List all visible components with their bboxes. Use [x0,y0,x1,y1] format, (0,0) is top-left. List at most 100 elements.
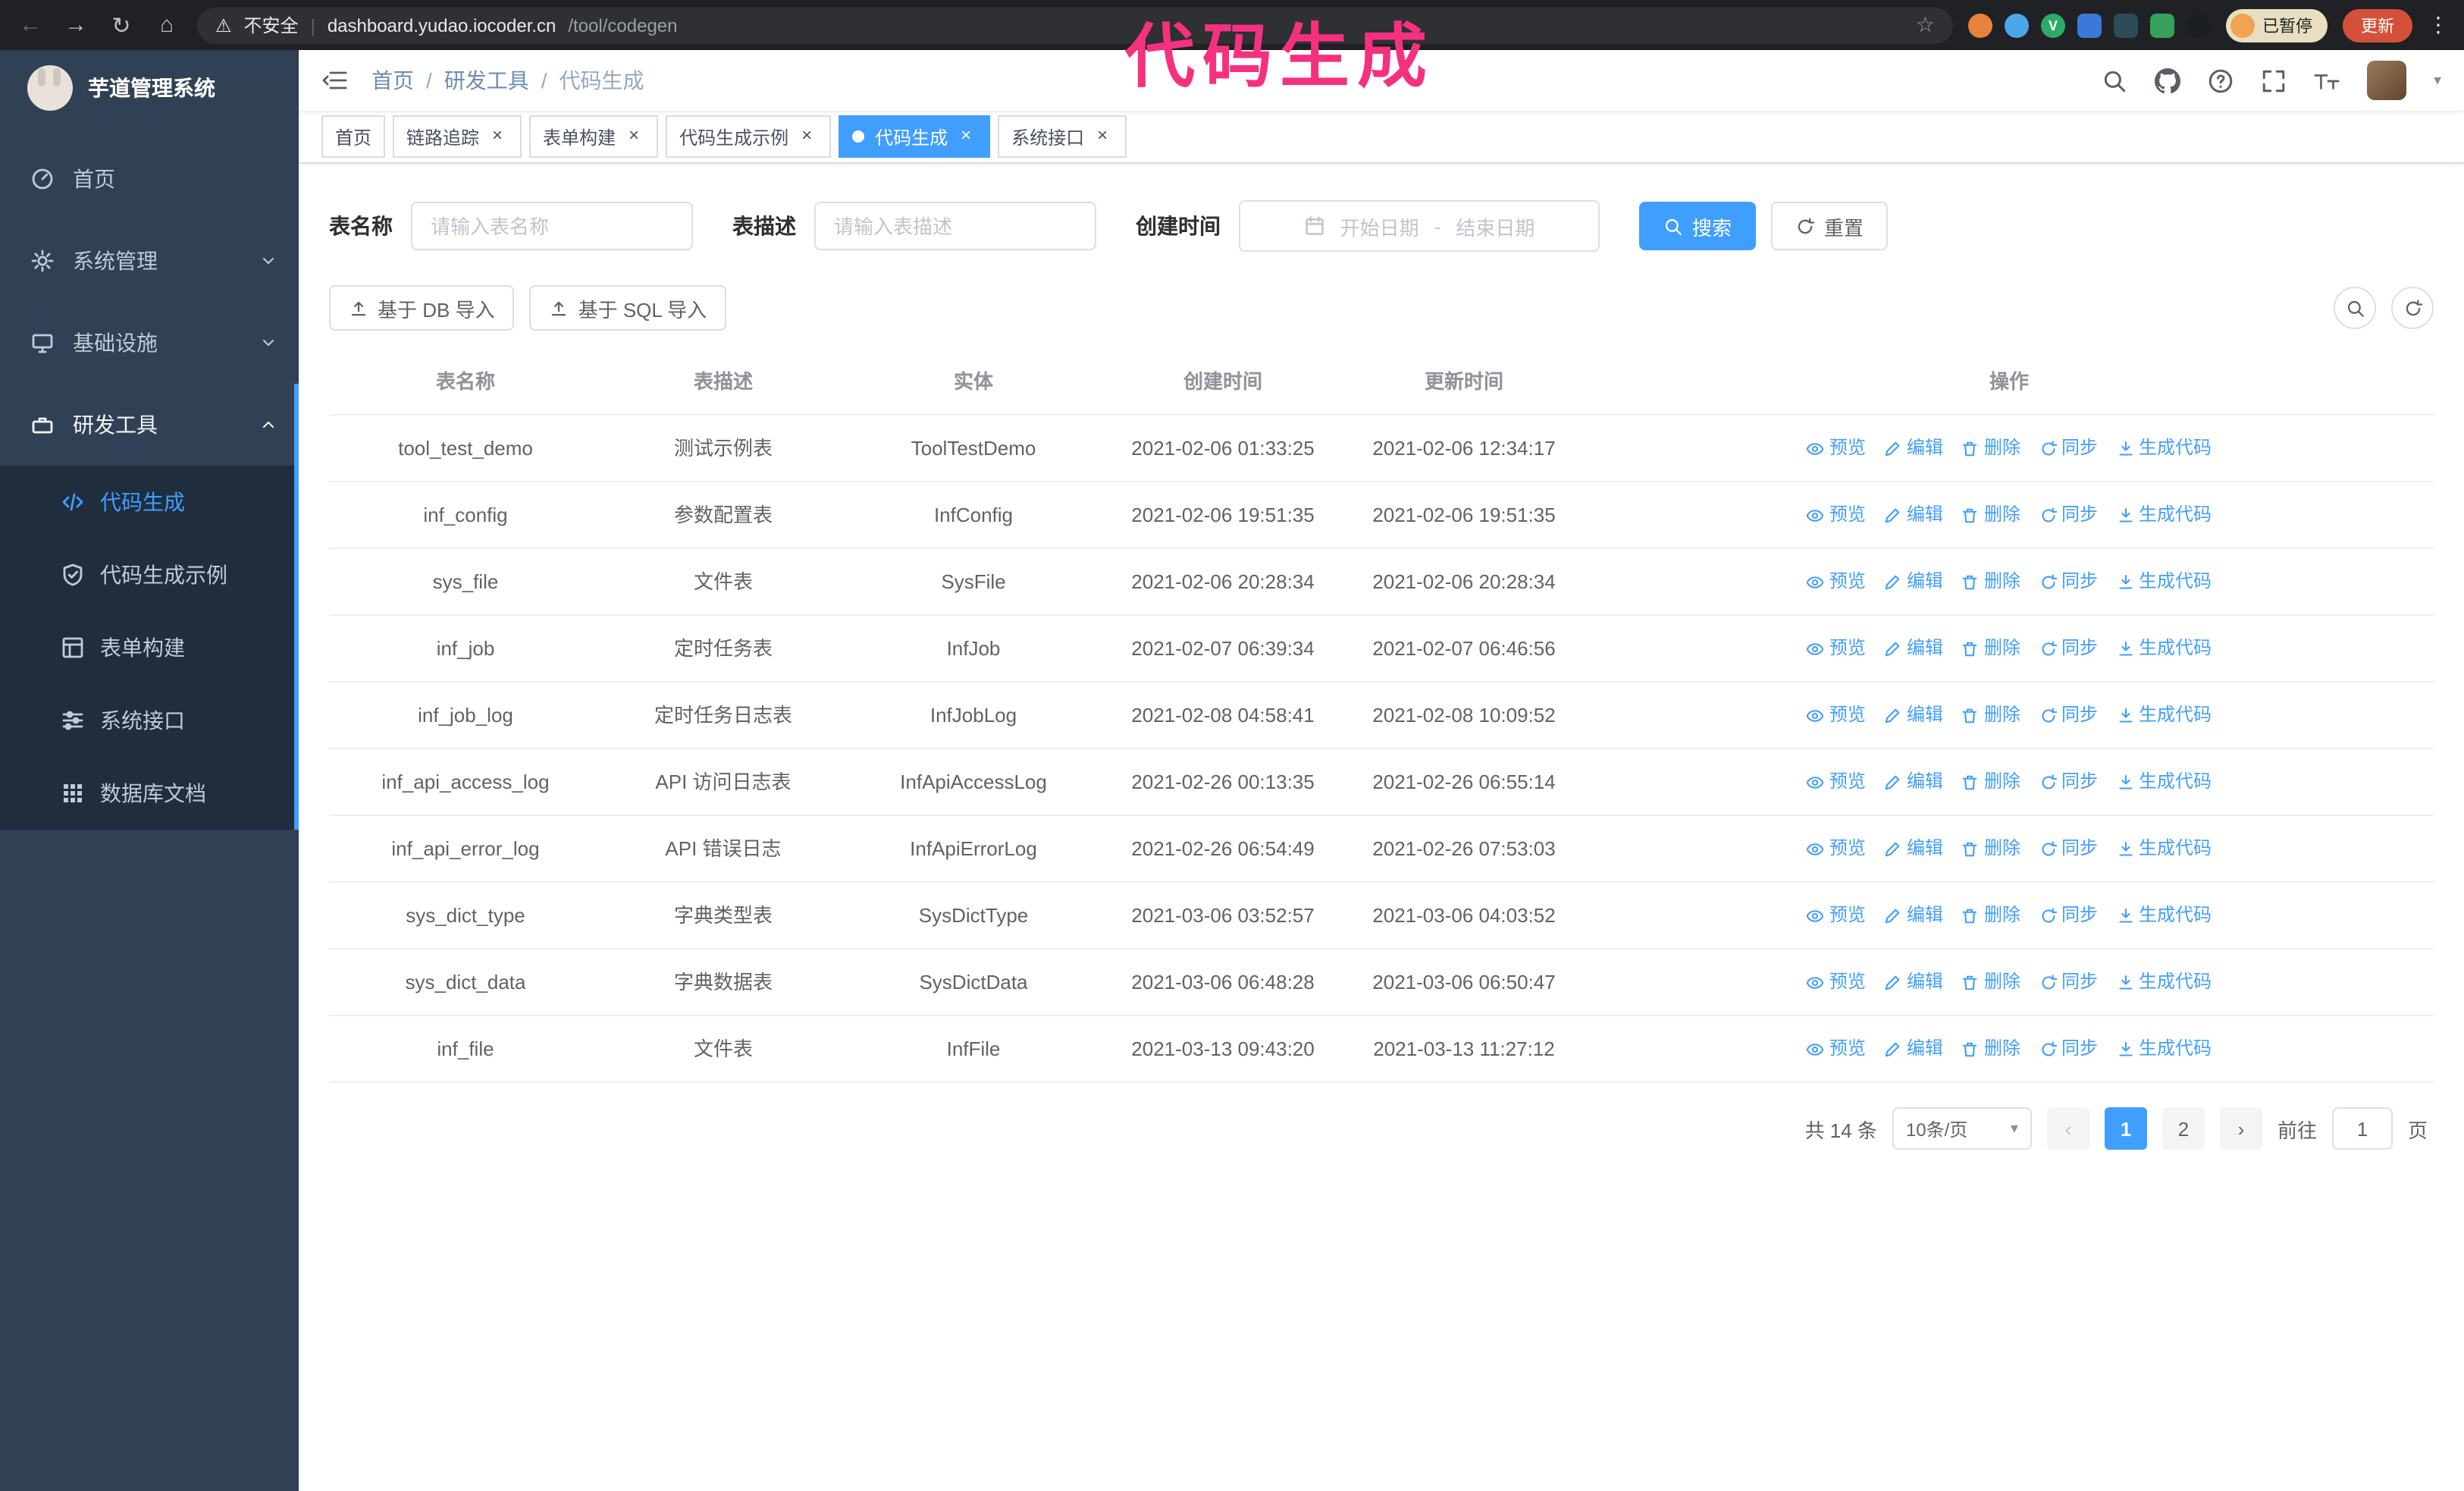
delete-link[interactable]: 删除 [1961,966,2020,998]
edit-link[interactable]: 编辑 [1884,766,1943,798]
edit-link[interactable]: 编辑 [1884,632,1943,664]
profile-paused-badge[interactable]: 已暂停 [2226,8,2328,42]
sync-link[interactable]: 同步 [2039,566,2098,598]
sidebar-item-db-doc[interactable]: 数据库文档 [0,757,299,830]
page-button[interactable]: 2 [2161,1107,2205,1150]
sync-link[interactable]: 同步 [2039,499,2098,531]
tab-home[interactable]: 首页 [321,115,386,158]
prev-page-button[interactable]: ‹ [2046,1107,2089,1150]
sidebar-item-home[interactable]: 首页 [0,138,299,220]
bookmark-star-icon[interactable]: ☆ [1916,12,1935,38]
sidebar-item-api[interactable]: 系统接口 [0,684,299,757]
preview-link[interactable]: 预览 [1807,699,1866,731]
preview-link[interactable]: 预览 [1807,966,1866,998]
generate-code-link[interactable]: 生成代码 [2116,833,2212,865]
edit-link[interactable]: 编辑 [1884,699,1943,731]
chrome-update-button[interactable]: 更新 [2343,8,2412,42]
breadcrumb-item[interactable]: 研发工具 [444,65,529,96]
breadcrumb-item[interactable]: 首页 [371,65,414,96]
sync-link[interactable]: 同步 [2039,432,2098,464]
edit-link[interactable]: 编辑 [1884,566,1943,598]
generate-code-link[interactable]: 生成代码 [2116,699,2212,731]
font-size-icon[interactable] [2314,67,2340,93]
url-bar[interactable]: ⚠ 不安全 | dashboard.yudao.iocoder.cn/tool/… [197,7,1953,43]
avatar-caret-icon[interactable]: ▾ [2434,72,2441,89]
tab-close-icon[interactable]: × [955,125,977,147]
preview-link[interactable]: 预览 [1807,833,1866,865]
edit-link[interactable]: 编辑 [1884,1033,1943,1065]
generate-code-link[interactable]: 生成代码 [2116,566,2212,598]
search-icon[interactable] [2102,67,2127,93]
preview-link[interactable]: 预览 [1807,566,1866,598]
import-sql-button[interactable]: 基于 SQL 导入 [529,285,727,331]
sidebar-item-codegen[interactable]: 代码生成 [0,466,299,538]
delete-link[interactable]: 删除 [1961,632,2020,664]
search-button[interactable]: 搜索 [1639,202,1757,250]
home-icon[interactable]: ⌂ [152,12,182,38]
goto-page-input[interactable] [2331,1107,2393,1150]
user-avatar[interactable] [2366,61,2406,100]
extension-icon[interactable] [2187,13,2211,37]
generate-code-link[interactable]: 生成代码 [2116,432,2212,464]
delete-link[interactable]: 删除 [1961,833,2020,865]
sync-link[interactable]: 同步 [2039,699,2098,731]
tab-codegen[interactable]: 代码生成 × [839,115,991,158]
back-icon[interactable]: ← [15,12,45,38]
preview-link[interactable]: 预览 [1807,632,1866,664]
generate-code-link[interactable]: 生成代码 [2116,899,2212,931]
help-icon[interactable] [2208,67,2234,93]
sync-link[interactable]: 同步 [2039,966,2098,998]
table-desc-input[interactable] [814,202,1096,250]
delete-link[interactable]: 删除 [1961,432,2020,464]
tab-close-icon[interactable]: × [1092,125,1113,147]
sidebar-item-devtools[interactable]: 研发工具 [0,384,299,466]
hamburger-icon[interactable] [321,67,349,94]
preview-link[interactable]: 预览 [1807,766,1866,798]
tab-trace[interactable]: 链路追踪 × [393,115,522,158]
tab-codegen-example[interactable]: 代码生成示例 × [666,115,832,158]
sync-link[interactable]: 同步 [2039,632,2098,664]
edit-link[interactable]: 编辑 [1884,966,1943,998]
preview-link[interactable]: 预览 [1807,899,1866,931]
generate-code-link[interactable]: 生成代码 [2116,966,2212,998]
logo[interactable]: 芋道管理系统 [0,50,299,126]
delete-link[interactable]: 删除 [1961,566,2020,598]
edit-link[interactable]: 编辑 [1884,499,1943,531]
sidebar-item-infra[interactable]: 基础设施 [0,302,299,384]
generate-code-link[interactable]: 生成代码 [2116,1033,2212,1065]
table-name-input[interactable] [411,202,693,250]
extension-icon[interactable]: V [2041,13,2065,37]
menu-kebab-icon[interactable]: ⋮ [2428,12,2449,38]
sidebar-item-form-builder[interactable]: 表单构建 [0,611,299,684]
sync-link[interactable]: 同步 [2039,899,2098,931]
extension-icon[interactable] [2114,13,2138,37]
toggle-search-button[interactable] [2334,287,2376,329]
sync-link[interactable]: 同步 [2039,1033,2098,1065]
page-size-select[interactable]: 10条/页 ▾ [1892,1107,2032,1150]
delete-link[interactable]: 删除 [1961,699,2020,731]
edit-link[interactable]: 编辑 [1884,833,1943,865]
preview-link[interactable]: 预览 [1807,432,1866,464]
github-icon[interactable] [2154,67,2180,93]
generate-code-link[interactable]: 生成代码 [2116,766,2212,798]
edit-link[interactable]: 编辑 [1884,432,1943,464]
reload-icon[interactable]: ↻ [106,11,136,39]
import-db-button[interactable]: 基于 DB 导入 [329,285,515,331]
preview-link[interactable]: 预览 [1807,1033,1866,1065]
preview-link[interactable]: 预览 [1807,499,1866,531]
tab-form-builder[interactable]: 表单构建 × [529,115,659,158]
page-button[interactable]: 1 [2104,1107,2147,1150]
extension-icon[interactable] [2150,13,2174,37]
generate-code-link[interactable]: 生成代码 [2116,499,2212,531]
sync-link[interactable]: 同步 [2039,766,2098,798]
forward-icon[interactable]: → [61,12,91,38]
tab-close-icon[interactable]: × [487,125,508,147]
generate-code-link[interactable]: 生成代码 [2116,632,2212,664]
delete-link[interactable]: 删除 [1961,899,2020,931]
delete-link[interactable]: 删除 [1961,1033,2020,1065]
fullscreen-icon[interactable] [2261,67,2287,93]
date-range-picker[interactable]: 开始日期 - 结束日期 [1239,200,1600,252]
reset-button[interactable]: 重置 [1771,202,1889,250]
extension-icon[interactable] [2077,13,2102,37]
next-page-button[interactable]: › [2219,1107,2262,1150]
